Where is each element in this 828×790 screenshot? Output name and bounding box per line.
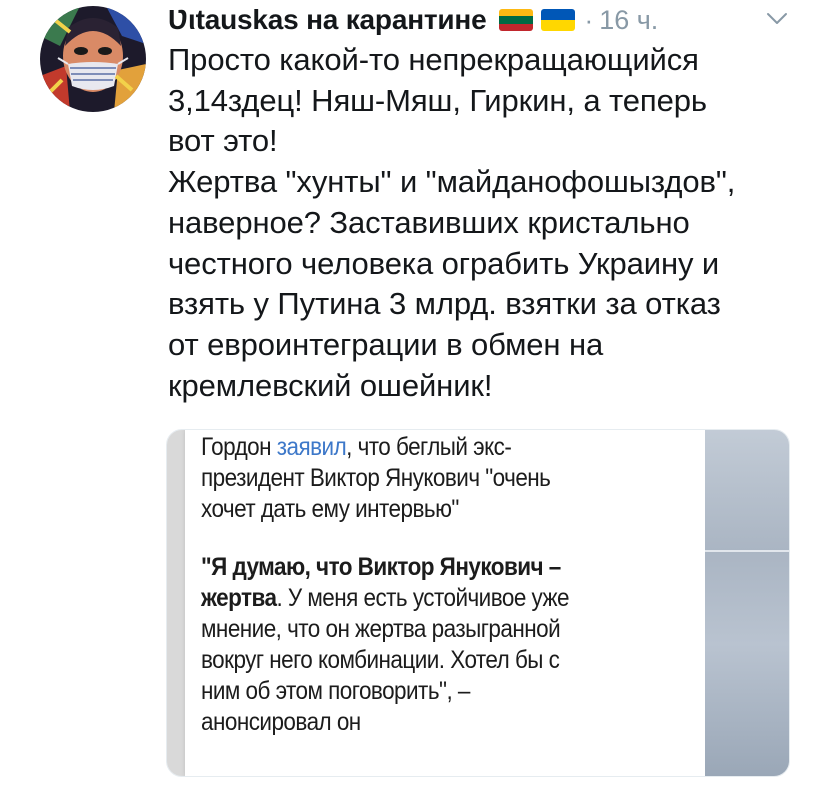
tweet-header: Ʋιtauskas на карантине · 16 ч.	[168, 2, 808, 38]
media-right-edge	[705, 430, 789, 776]
quote-text: Гордон	[201, 433, 277, 461]
media-image[interactable]: Гордон заявил, что беглый экс- президент…	[166, 429, 790, 777]
avatar[interactable]	[40, 6, 146, 112]
media-left-edge	[167, 430, 185, 776]
quote-paragraph-2: "Я думаю, что Виктор Янукович – жертва. …	[201, 552, 696, 738]
timestamp[interactable]: 16 ч.	[599, 5, 658, 36]
screenshot-page: Гордон заявил, что беглый экс- президент…	[185, 430, 705, 776]
avatar-image	[40, 6, 146, 112]
quote-paragraph-1: Гордон заявил, что беглый экс- президент…	[201, 432, 696, 525]
quote-link: заявил	[276, 433, 347, 461]
separator-dot: ·	[584, 4, 594, 35]
chevron-down-icon[interactable]	[762, 4, 792, 34]
tweet-text: Просто какой-то непрекращающийся 3,14зде…	[168, 42, 736, 403]
flag-ukraine-icon	[540, 9, 575, 31]
display-name[interactable]: Ʋιtauskas на карантине	[168, 4, 487, 36]
flag-lithuania-icon	[498, 9, 533, 31]
screenshot-text: Гордон заявил, что беглый экс- президент…	[201, 432, 696, 738]
